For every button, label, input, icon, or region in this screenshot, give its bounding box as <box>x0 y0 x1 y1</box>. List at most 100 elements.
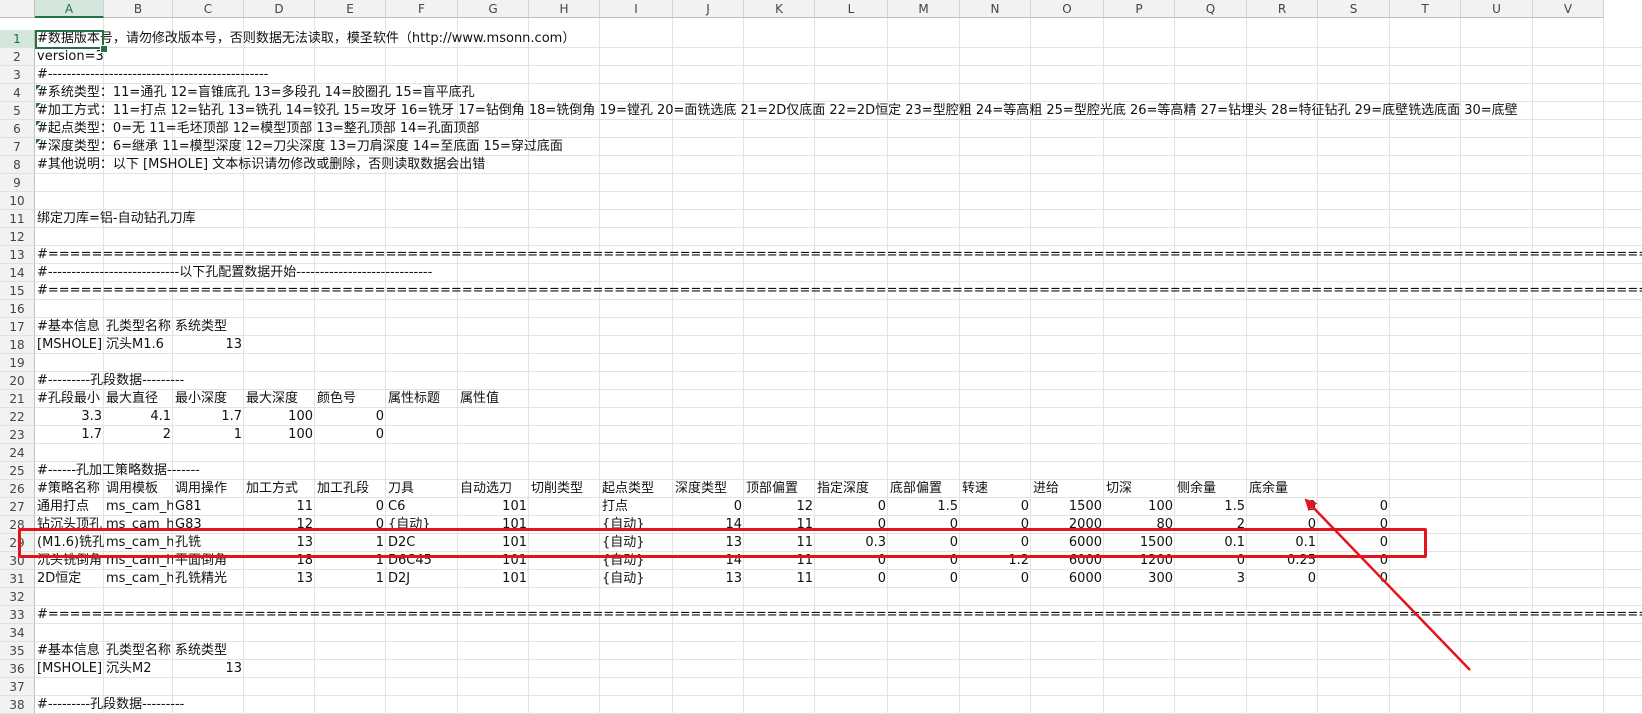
cell-a15[interactable]: #=======================================… <box>35 282 1642 300</box>
cell-c21[interactable]: 最小深度 <box>173 390 229 408</box>
row-header-14[interactable]: 14 <box>0 264 35 282</box>
cell-a17[interactable]: #基本信息 <box>35 318 102 336</box>
cell-a11[interactable]: 绑定刀库=铝-自动钻孔刀库 <box>35 210 198 228</box>
row-header-35[interactable]: 35 <box>0 642 35 660</box>
column-header-m[interactable]: M <box>888 0 960 18</box>
cell-o26[interactable]: 进给 <box>1031 480 1061 498</box>
cell-o31[interactable]: 6000 <box>1031 570 1104 588</box>
cell-f31[interactable]: D2J <box>386 570 412 588</box>
select-all-corner[interactable] <box>0 0 35 18</box>
cell-r27[interactable]: 0 <box>1247 498 1318 516</box>
cell-d23[interactable]: 100 <box>244 426 315 444</box>
cell-b22[interactable]: 4.1 <box>104 408 173 426</box>
column-header-b[interactable]: B <box>104 0 173 18</box>
cell-c27[interactable]: G81 <box>173 498 204 516</box>
cell-n26[interactable]: 转速 <box>960 480 990 498</box>
cell-k27[interactable]: 12 <box>744 498 815 516</box>
cell-a18[interactable]: [MSHOLE] <box>35 336 104 354</box>
row-header-16[interactable]: 16 <box>0 300 35 318</box>
cell-q26[interactable]: 侧余量 <box>1175 480 1218 498</box>
column-header-v[interactable]: V <box>1533 0 1604 18</box>
cell-e22[interactable]: 0 <box>315 408 386 426</box>
column-header-t[interactable]: T <box>1390 0 1461 18</box>
cell-l26[interactable]: 指定深度 <box>815 480 871 498</box>
cell-a7[interactable]: #深度类型：6=继承 11=模型深度 12=刀尖深度 13=刀肩深度 14=至底… <box>35 138 565 156</box>
cell-o27[interactable]: 1500 <box>1031 498 1104 516</box>
cell-e27[interactable]: 0 <box>315 498 386 516</box>
row-header-2[interactable]: 2 <box>0 48 35 66</box>
cell-c23[interactable]: 1 <box>173 426 244 444</box>
cell-c31[interactable]: 孔铣精光 <box>173 570 229 588</box>
spreadsheet-grid[interactable]: ABCDEFGHIJKLMNOPQRSTUV 1 2 3 4 5 6 7 8 9 10 11 12 13… <box>0 0 1642 714</box>
cell-a5[interactable]: #加工方式：11=打点 12=钻孔 13=铣孔 14=铰孔 15=攻牙 16=铣… <box>35 102 1520 120</box>
row-header-32[interactable]: 32 <box>0 588 35 606</box>
cell-c35[interactable]: 系统类型 <box>173 642 229 660</box>
cell-j26[interactable]: 深度类型 <box>673 480 729 498</box>
cell-a38[interactable]: #---------孔段数据--------- <box>35 696 186 714</box>
cell-f27[interactable]: C6 <box>386 498 407 516</box>
row-header-38[interactable]: 38 <box>0 696 35 714</box>
cell-c17[interactable]: 系统类型 <box>173 318 229 336</box>
cell-m31[interactable]: 0 <box>888 570 960 588</box>
cell-a35[interactable]: #基本信息 <box>35 642 102 660</box>
row-header-15[interactable]: 15 <box>0 282 35 300</box>
cell-i27[interactable]: 打点 <box>600 498 630 516</box>
column-header-c[interactable]: C <box>173 0 244 18</box>
cell-c36[interactable]: 13 <box>173 660 244 678</box>
cell-p31[interactable]: 300 <box>1104 570 1175 588</box>
cell-a31[interactable]: 2D恒定 <box>35 570 83 588</box>
cell-a36[interactable]: [MSHOLE] <box>35 660 104 678</box>
column-header-p[interactable]: P <box>1104 0 1175 18</box>
row-header-26[interactable]: 26 <box>0 480 35 498</box>
row-header-37[interactable]: 37 <box>0 678 35 696</box>
row-header-4[interactable]: 4 <box>0 84 35 102</box>
cell-m27[interactable]: 1.5 <box>888 498 960 516</box>
cell-j31[interactable]: 13 <box>673 570 744 588</box>
cell-d21[interactable]: 最大深度 <box>244 390 300 408</box>
column-header-k[interactable]: K <box>744 0 815 18</box>
cell-c18[interactable]: 13 <box>173 336 244 354</box>
row-header-34[interactable]: 34 <box>0 624 35 642</box>
cell-b27[interactable]: ms_cam_hole <box>104 498 173 516</box>
column-header-f[interactable]: F <box>386 0 458 18</box>
cell-b23[interactable]: 2 <box>104 426 173 444</box>
cell-d27[interactable]: 11 <box>244 498 315 516</box>
cell-i31[interactable]: {自动} <box>600 570 647 588</box>
cell-s27[interactable]: 0 <box>1318 498 1390 516</box>
cell-a26[interactable]: #策略名称 <box>35 480 102 498</box>
cell-i26[interactable]: 起点类型 <box>600 480 656 498</box>
cell-b26[interactable]: 调用模板 <box>104 480 160 498</box>
cell-d26[interactable]: 加工方式 <box>244 480 300 498</box>
column-header-n[interactable]: N <box>960 0 1031 18</box>
cell-a20[interactable]: #---------孔段数据--------- <box>35 372 186 390</box>
cell-a23[interactable]: 1.7 <box>35 426 104 444</box>
cell-a8[interactable]: #其他说明：以下 [MSHOLE] 文本标识请勿修改或删除，否则读取数据会出错 <box>35 156 487 174</box>
column-header-g[interactable]: G <box>458 0 529 18</box>
row-header-5[interactable]: 5 <box>0 102 35 120</box>
cell-n27[interactable]: 0 <box>960 498 1031 516</box>
row-header-31[interactable]: 31 <box>0 570 35 588</box>
cell-g21[interactable]: 属性值 <box>458 390 501 408</box>
cell-g27[interactable]: 101 <box>458 498 529 516</box>
cell-f26[interactable]: 刀具 <box>386 480 416 498</box>
cell-g26[interactable]: 自动选刀 <box>458 480 529 498</box>
row-header-11[interactable]: 11 <box>0 210 35 228</box>
cell-k31[interactable]: 11 <box>744 570 815 588</box>
row-header-24[interactable]: 24 <box>0 444 35 462</box>
row-header-36[interactable]: 36 <box>0 660 35 678</box>
cell-a2[interactable]: version=3 <box>35 48 106 66</box>
column-header-j[interactable]: J <box>673 0 744 18</box>
cell-b35[interactable]: 孔类型名称 <box>104 642 173 660</box>
row-header-23[interactable]: 23 <box>0 426 35 444</box>
row-header-13[interactable]: 13 <box>0 246 35 264</box>
cell-c22[interactable]: 1.7 <box>173 408 244 426</box>
row-header-17[interactable]: 17 <box>0 318 35 336</box>
row-header-3[interactable]: 3 <box>0 66 35 84</box>
cell-l27[interactable]: 0 <box>815 498 888 516</box>
row-header-1[interactable]: 1 <box>0 30 35 48</box>
cell-e26[interactable]: 加工孔段 <box>315 480 371 498</box>
column-header-d[interactable]: D <box>244 0 315 18</box>
cell-k26[interactable]: 顶部偏置 <box>744 480 800 498</box>
cell-a14[interactable]: #----------------------------以下孔配置数据开始--… <box>35 264 434 282</box>
cell-a33[interactable]: #=======================================… <box>35 606 1642 624</box>
